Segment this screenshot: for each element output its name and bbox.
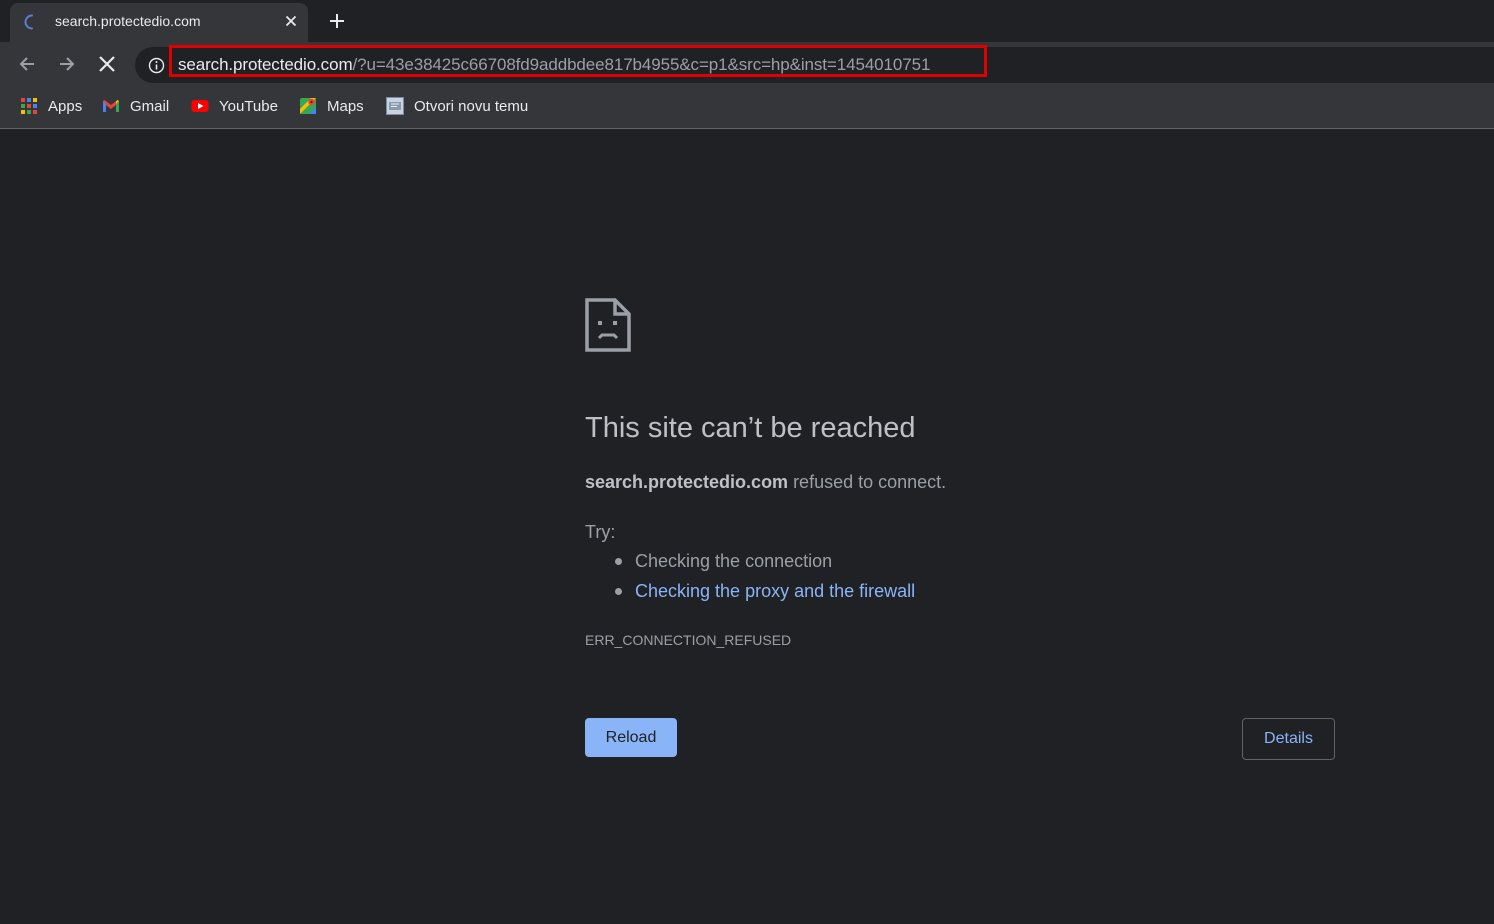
bookmarks-bar: Apps Gmail YouTube Maps Otvori novu temu (0, 87, 1494, 129)
bookmark-otvori-novu-temu[interactable]: Otvori novu temu (386, 96, 528, 116)
suggestion-proxy-firewall-link[interactable]: Checking the proxy and the firewall (635, 581, 915, 602)
details-button[interactable]: Details (1242, 718, 1335, 760)
bookmark-youtube[interactable]: YouTube (191, 96, 278, 116)
error-code: ERR_CONNECTION_REFUSED (585, 632, 792, 648)
site-info-icon[interactable] (148, 57, 165, 74)
browser-toolbar: search.protectedio.com/?u=43e38425c66708… (0, 42, 1494, 87)
maps-icon (300, 98, 316, 114)
bookmark-apps[interactable]: Apps (20, 96, 82, 116)
forward-arrow-icon[interactable] (57, 54, 77, 74)
error-message: search.protectedio.com refused to connec… (585, 472, 946, 493)
gmail-icon (103, 100, 119, 112)
try-label: Try: (585, 522, 616, 542)
stop-loading-icon[interactable] (97, 54, 117, 74)
bookmark-label: Gmail (130, 97, 170, 115)
bookmark-label: YouTube (219, 97, 278, 115)
forum-favicon-icon (386, 97, 404, 115)
suggestion-checking-connection: Checking the connection (635, 551, 833, 571)
bookmark-gmail[interactable]: Gmail (102, 96, 169, 116)
error-title: This site can’t be reached (585, 412, 916, 444)
bookmark-label: Otvori novu temu (414, 97, 529, 115)
url-highlight-annotation (169, 45, 987, 77)
error-host: search.protectedio.com (585, 472, 789, 492)
new-tab-icon[interactable] (328, 12, 346, 30)
close-tab-icon[interactable] (283, 13, 299, 29)
error-message-text: refused to connect. (788, 472, 947, 492)
bookmark-label: Apps (48, 97, 83, 115)
error-page: This site can’t be reached search.protec… (0, 129, 1494, 924)
address-bar[interactable]: search.protectedio.com/?u=43e38425c66708… (135, 45, 1494, 83)
browser-tab[interactable]: search.protectedio.com (10, 3, 308, 42)
back-arrow-icon[interactable] (17, 54, 37, 74)
tab-strip: search.protectedio.com (0, 0, 1494, 42)
bullet-dot (615, 588, 622, 595)
bullet-dot (615, 558, 622, 565)
apps-grid-icon (21, 98, 37, 114)
bookmark-label: Maps (327, 97, 364, 115)
bookmark-maps[interactable]: Maps (299, 96, 364, 116)
reload-button[interactable]: Reload (585, 718, 677, 757)
sad-page-icon (585, 298, 631, 352)
loading-spinner-icon (24, 14, 33, 30)
youtube-icon (191, 100, 209, 112)
tab-title: search.protectedio.com (55, 13, 201, 29)
